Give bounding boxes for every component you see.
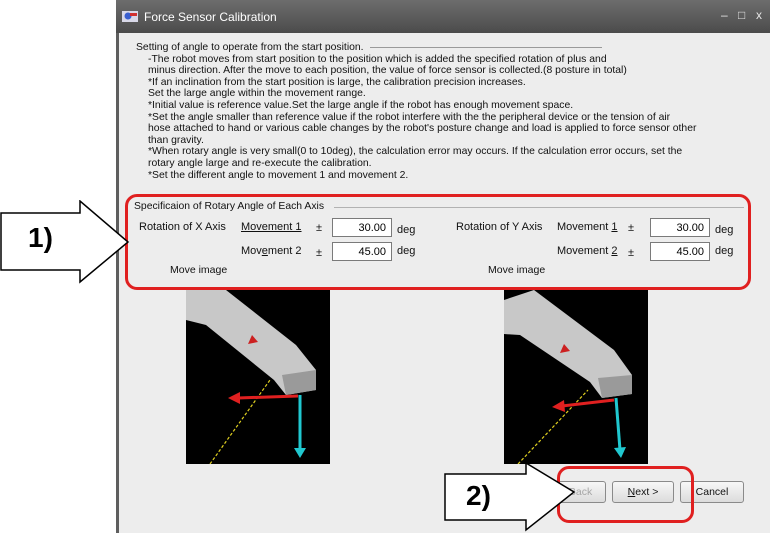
x-move-image-label: Move image bbox=[170, 264, 228, 276]
instruction-line: Set the large angle within the movement … bbox=[148, 88, 366, 100]
instructions-heading: Setting of angle to operate from the sta… bbox=[136, 42, 746, 54]
instruction-line: than gravity. bbox=[148, 134, 204, 146]
instructions-panel: Setting of angle to operate from the sta… bbox=[136, 42, 746, 192]
robot-app-icon bbox=[122, 11, 138, 22]
y-movement1-input[interactable] bbox=[650, 218, 710, 237]
robot-arm-y-illustration bbox=[504, 290, 632, 464]
x-movement1-unit: deg bbox=[397, 224, 416, 236]
next-button[interactable]: Next > bbox=[612, 481, 674, 503]
instruction-line: *Initial value is reference value.Set th… bbox=[148, 99, 574, 111]
x-movement2-unit: deg bbox=[397, 245, 416, 257]
x-movement2-label: Movement 2 bbox=[241, 245, 302, 257]
y-movement2-label: Movement 2 bbox=[557, 245, 618, 257]
instruction-line: hose attached to hand or various cable c… bbox=[148, 123, 697, 135]
y-axis-label: Rotation of Y Axis bbox=[456, 221, 543, 233]
x-axis-label: Rotation of X Axis bbox=[139, 221, 226, 233]
x-movement1-label: Movement 1 bbox=[241, 221, 302, 233]
y-move-image bbox=[504, 290, 648, 464]
title-bar[interactable]: Force Sensor Calibration – □ x bbox=[116, 0, 770, 33]
window-title: Force Sensor Calibration bbox=[144, 10, 277, 24]
y-move-image-label: Move image bbox=[488, 264, 546, 276]
group-divider bbox=[334, 207, 744, 208]
callout-arrow-2 bbox=[444, 462, 576, 532]
close-button[interactable]: x bbox=[756, 8, 762, 22]
x-move-image bbox=[186, 290, 330, 464]
instruction-line: -The robot moves from start position to … bbox=[148, 53, 607, 65]
cancel-button[interactable]: Cancel bbox=[680, 481, 744, 503]
rotary-angle-group: Specificaion of Rotary Angle of Each Axi… bbox=[134, 201, 748, 486]
x-movement1-pm: ± bbox=[316, 222, 323, 234]
instruction-line: *Set the angle smaller than reference va… bbox=[148, 111, 671, 123]
robot-arm-x-illustration bbox=[186, 290, 316, 464]
y-movement2-input[interactable] bbox=[650, 242, 710, 261]
callout-arrow-1 bbox=[0, 200, 130, 284]
instruction-line: *If an inclination from the start positi… bbox=[148, 76, 526, 88]
y-movement2-pm: ± bbox=[628, 247, 635, 259]
y-movement2-unit: deg bbox=[715, 245, 734, 257]
instruction-line: *When rotary angle is very small(0 to 10… bbox=[148, 146, 683, 158]
y-movement1-unit: deg bbox=[715, 224, 734, 236]
callout-label-1: 1) bbox=[28, 222, 53, 253]
y-movement1-pm: ± bbox=[628, 222, 635, 234]
x-movement2-input[interactable] bbox=[332, 242, 392, 261]
x-movement1-input[interactable] bbox=[332, 218, 392, 237]
x-movement2-pm: ± bbox=[316, 247, 323, 259]
instruction-line: minus direction. After the move to each … bbox=[148, 65, 627, 77]
restore-button[interactable]: □ bbox=[738, 8, 745, 22]
minimize-button[interactable]: – bbox=[721, 8, 728, 22]
group-title: Specificaion of Rotary Angle of Each Axi… bbox=[134, 201, 325, 212]
instruction-line: rotary angle large and re-execute the ca… bbox=[148, 157, 372, 169]
y-movement1-label: Movement 1 bbox=[557, 221, 618, 233]
instruction-line: *Set the different angle to movement 1 a… bbox=[148, 169, 409, 181]
calibration-window: Force Sensor Calibration – □ x Setting o… bbox=[116, 0, 770, 533]
callout-label-2: 2) bbox=[466, 480, 491, 511]
